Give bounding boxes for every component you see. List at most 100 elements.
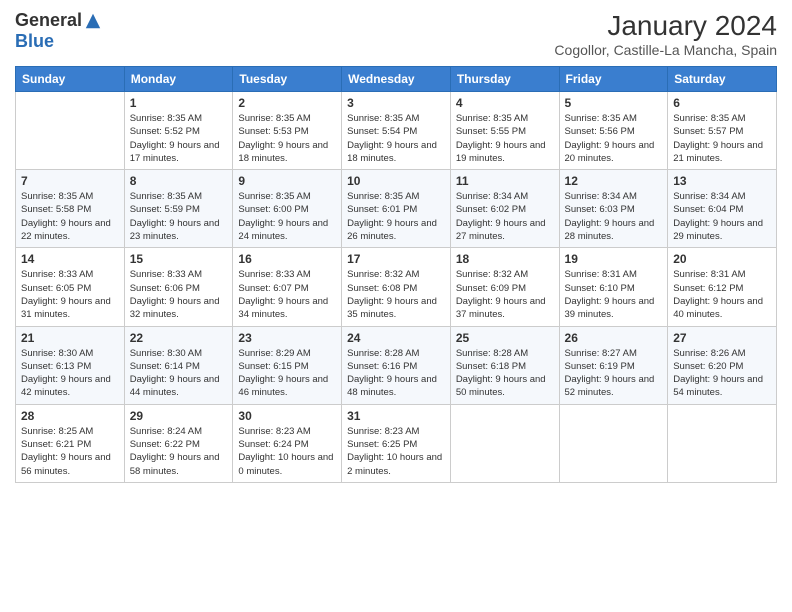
day-number: 15 [130,252,228,266]
day-info: Sunrise: 8:35 AMSunset: 5:52 PMDaylight:… [130,112,228,165]
sunrise-label: Sunrise: 8:30 AM [130,348,202,359]
calendar-cell: 9Sunrise: 8:35 AMSunset: 6:00 PMDaylight… [233,170,342,248]
sunset-label: Sunset: 5:58 PM [21,204,91,215]
sunset-label: Sunset: 6:15 PM [238,361,308,372]
sunrise-label: Sunrise: 8:35 AM [238,191,310,202]
daylight-label: Daylight: 9 hours and 44 minutes. [130,374,220,398]
day-number: 25 [456,331,554,345]
calendar-cell [559,404,668,482]
day-info: Sunrise: 8:33 AMSunset: 6:06 PMDaylight:… [130,268,228,321]
day-info: Sunrise: 8:33 AMSunset: 6:07 PMDaylight:… [238,268,336,321]
calendar-cell: 21 Sunrise: 8:30 AM Sunset: 6:13 PM Dayligh… [16,326,125,404]
daylight-label: Daylight: 9 hours and 20 minutes. [565,140,655,164]
calendar-cell: 3Sunrise: 8:35 AMSunset: 5:54 PMDaylight… [342,92,451,170]
sunset-label: Sunset: 6:14 PM [130,361,200,372]
sunrise-label: Sunrise: 8:23 AM [347,426,419,437]
calendar-cell: 5Sunrise: 8:35 AMSunset: 5:56 PMDaylight… [559,92,668,170]
calendar-cell: 24Sunrise: 8:28 AMSunset: 6:16 PMDayligh… [342,326,451,404]
day-number: 28 [21,409,119,423]
sunrise-label: Sunrise: 8:25 AM [21,426,93,437]
daylight-label: Daylight: 9 hours and 35 minutes. [347,296,437,320]
day-info: Sunrise: 8:26 AMSunset: 6:20 PMDaylight:… [673,347,771,400]
sunset-label: Sunset: 5:53 PM [238,126,308,137]
day-number: 10 [347,174,445,188]
sunrise-label: Sunrise: 8:32 AM [347,269,419,280]
sunrise-label: Sunrise: 8:35 AM [565,113,637,124]
day-number: 2 [238,96,336,110]
day-info: Sunrise: 8:29 AMSunset: 6:15 PMDaylight:… [238,347,336,400]
week-row-2: 14Sunrise: 8:33 AMSunset: 6:05 PMDayligh… [16,248,777,326]
calendar-cell: 4Sunrise: 8:35 AMSunset: 5:55 PMDaylight… [450,92,559,170]
day-info: Sunrise: 8:35 AMSunset: 5:56 PMDaylight:… [565,112,663,165]
calendar-cell: 17 Sunrise: 8:32 AM Sunset: 6:08 PM Dayligh… [342,248,451,326]
calendar-table: Sunday Monday Tuesday Wednesday Thursday… [15,66,777,483]
day-info: Sunrise: 8:35 AMSunset: 5:53 PMDaylight:… [238,112,336,165]
calendar-cell: 30Sunrise: 8:23 AMSunset: 6:24 PMDayligh… [233,404,342,482]
calendar-cell: 7Sunrise: 8:35 AMSunset: 5:58 PMDaylight… [16,170,125,248]
month-title: January 2024 [554,10,777,42]
day-number: 21 [21,331,119,345]
daylight-label: Daylight: 9 hours and 18 minutes. [238,140,328,164]
calendar-cell: 25 Sunrise: 8:28 AMSunset: 6:18 PMDayligh… [450,326,559,404]
sunrise-label: Sunrise: 8:35 AM [21,191,93,202]
calendar-page: General Blue January 2024 Cogollor, Cast… [0,0,792,612]
daylight-label: Daylight: 9 hours and 22 minutes. [21,218,111,242]
sunrise-label: Sunrise: 8:33 AM [238,269,310,280]
header-saturday: Saturday [668,67,777,92]
calendar-cell: 20Sunrise: 8:31 AMSunset: 6:12 PMDayligh… [668,248,777,326]
sunset-label: Sunset: 6:13 PM [21,361,91,372]
day-info: Sunrise: 8:35 AMSunset: 6:00 PMDaylight:… [238,190,336,243]
sunset-label: Sunset: 6:02 PM [456,204,526,215]
header-monday: Monday [124,67,233,92]
day-number: 29 [130,409,228,423]
sunrise-label: Sunrise: 8:35 AM [673,113,745,124]
daylight-label: Daylight: 9 hours and 17 minutes. [130,140,220,164]
sunrise-label: Sunrise: 8:24 AM [130,426,202,437]
daylight-label: Daylight: 9 hours and 27 minutes. [456,218,546,242]
sunrise-label: Sunrise: 8:29 AM [238,348,310,359]
header-tuesday: Tuesday [233,67,342,92]
day-info: Sunrise: 8:28 AMSunset: 6:18 PMDaylight:… [456,347,554,400]
week-row-3: 21 Sunrise: 8:30 AM Sunset: 6:13 PM Dayligh… [16,326,777,404]
day-number: 9 [238,174,336,188]
sunset-label: Sunset: 6:10 PM [565,283,635,294]
daylight-label: Daylight: 9 hours and 26 minutes. [347,218,437,242]
day-info: Sunrise: 8:35 AM Sunset: 5:58 PM Daylight:… [21,190,119,243]
sunset-label: Sunset: 6:04 PM [673,204,743,215]
day-number: 22 [130,331,228,345]
header-row: Sunday Monday Tuesday Wednesday Thursday… [16,67,777,92]
daylight-label: Daylight: 9 hours and 42 minutes. [21,374,111,398]
sunset-label: Sunset: 6:08 PM [347,283,417,294]
sunrise-label: Sunrise: 8:32 AM [456,269,528,280]
day-number: 8 [130,174,228,188]
daylight-label: Daylight: 9 hours and 39 minutes. [565,296,655,320]
sunset-label: Sunset: 6:16 PM [347,361,417,372]
day-number: 26 [565,331,663,345]
calendar-cell: 28Sunrise: 8:25 AMSunset: 6:21 PMDayligh… [16,404,125,482]
day-number: 12 [565,174,663,188]
day-number: 27 [673,331,771,345]
daylight-label: Daylight: 9 hours and 58 minutes. [130,452,220,476]
day-number: 31 [347,409,445,423]
day-number: 18 [456,252,554,266]
sunrise-label: Sunrise: 8:28 AM [347,348,419,359]
day-number: 3 [347,96,445,110]
sunset-label: Sunset: 6:01 PM [347,204,417,215]
sunset-label: Sunset: 6:00 PM [238,204,308,215]
day-info: Sunrise: 8:32 AMSunset: 6:09 PMDaylight:… [456,268,554,321]
day-number: 17 [347,252,445,266]
daylight-label: Daylight: 9 hours and 32 minutes. [130,296,220,320]
sunrise-label: Sunrise: 8:30 AM [21,348,93,359]
sunset-label: Sunset: 6:22 PM [130,439,200,450]
day-number: 11 [456,174,554,188]
calendar-cell: 14Sunrise: 8:33 AMSunset: 6:05 PMDayligh… [16,248,125,326]
sunset-label: Sunset: 5:55 PM [456,126,526,137]
daylight-label: Daylight: 9 hours and 48 minutes. [347,374,437,398]
sunrise-label: Sunrise: 8:33 AM [130,269,202,280]
day-info: Sunrise: 8:34 AMSunset: 6:02 PMDaylight:… [456,190,554,243]
calendar-cell: 27 Sunrise: 8:26 AMSunset: 6:20 PMDayligh… [668,326,777,404]
day-info: Sunrise: 8:23 AMSunset: 6:24 PMDaylight:… [238,425,336,478]
calendar-cell: 11 Sunrise: 8:34 AMSunset: 6:02 PMDayligh… [450,170,559,248]
day-number: 20 [673,252,771,266]
calendar-cell: 8Sunrise: 8:35 AMSunset: 5:59 PMDaylight… [124,170,233,248]
